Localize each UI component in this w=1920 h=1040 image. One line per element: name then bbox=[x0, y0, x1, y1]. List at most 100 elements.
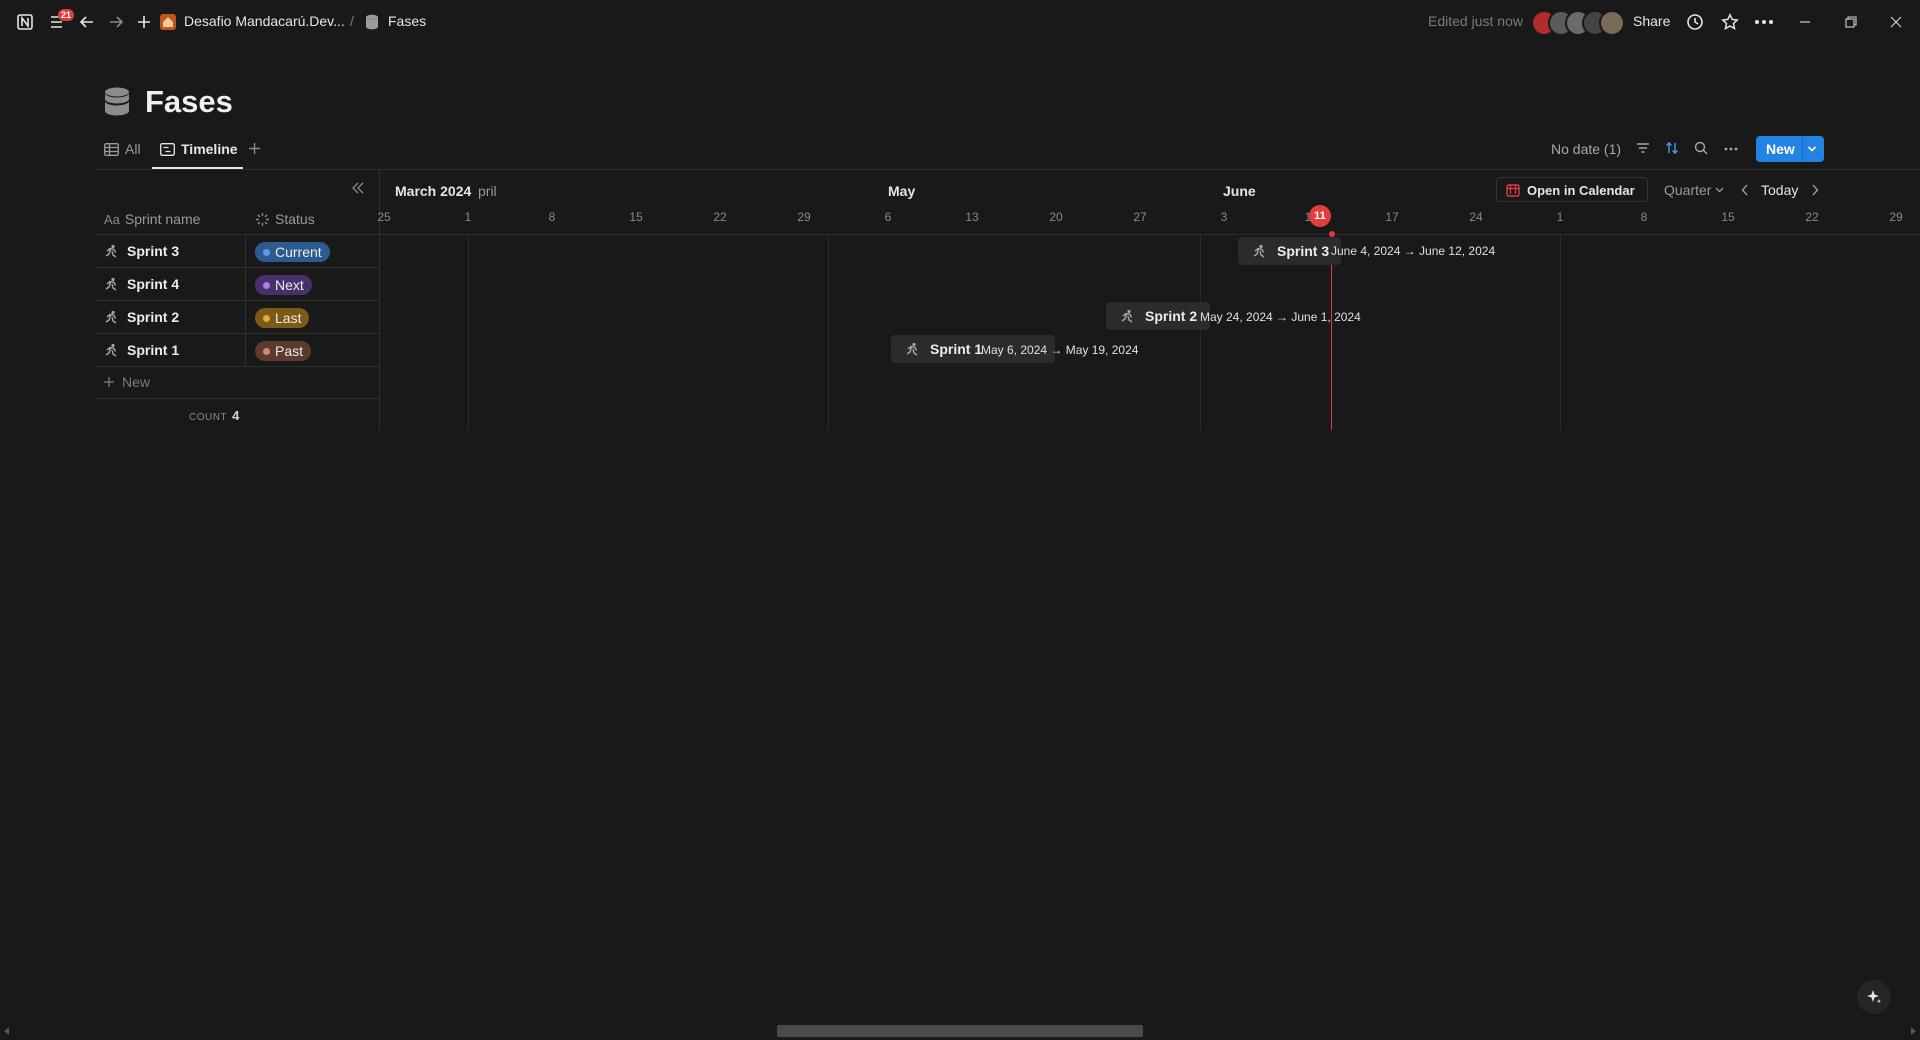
scroll-right-icon[interactable] bbox=[1910, 1027, 1916, 1035]
tab-all[interactable]: All bbox=[104, 141, 141, 157]
horizontal-scrollbar-thumb[interactable] bbox=[777, 1025, 1143, 1037]
day-tick-label: 20 bbox=[1049, 210, 1063, 224]
divider bbox=[380, 234, 1920, 235]
breadcrumb-current[interactable]: Fases bbox=[388, 13, 426, 29]
runner-icon bbox=[104, 277, 119, 292]
back-arrow-icon[interactable] bbox=[75, 10, 99, 34]
previous-period-icon[interactable] bbox=[1741, 184, 1749, 196]
minimize-icon[interactable] bbox=[1793, 10, 1817, 34]
notion-logo-icon[interactable] bbox=[13, 10, 37, 34]
day-tick-label: 15 bbox=[1721, 210, 1735, 224]
column-header-status[interactable]: Status bbox=[255, 211, 315, 227]
history-clock-icon[interactable] bbox=[1683, 10, 1707, 34]
status-badge[interactable]: Next bbox=[255, 275, 312, 295]
forward-arrow-icon[interactable] bbox=[104, 10, 128, 34]
status-label: Last bbox=[275, 310, 302, 326]
day-tick-label: 1 bbox=[1556, 210, 1564, 224]
ai-sparkle-button[interactable] bbox=[1857, 980, 1891, 1014]
month-boundary-line bbox=[1200, 234, 1201, 430]
table-row[interactable]: Sprint 1 Past bbox=[96, 334, 379, 367]
text-property-icon: Aa bbox=[104, 211, 120, 227]
page-title: Fases bbox=[145, 84, 233, 119]
collapse-table-icon[interactable] bbox=[351, 182, 365, 194]
calendar-icon bbox=[1506, 183, 1520, 197]
chevron-down-icon bbox=[1716, 187, 1724, 193]
month-label: March 2024 bbox=[395, 183, 472, 199]
divider bbox=[245, 301, 246, 334]
restore-window-icon[interactable] bbox=[1839, 10, 1863, 34]
scale-select[interactable]: Quarter bbox=[1664, 182, 1724, 198]
bar-dates: May 6, 2024 → May 19, 2024 bbox=[981, 343, 1139, 357]
timeline-bar-sprint-2[interactable]: Sprint 2 bbox=[1106, 302, 1210, 330]
notification-badge: 21 bbox=[58, 9, 75, 21]
tab-timeline-label: Timeline bbox=[181, 141, 238, 157]
count-value: 4 bbox=[232, 408, 240, 423]
count-summary[interactable]: COUNT 4 bbox=[189, 408, 239, 423]
column-header-name[interactable]: Aa Sprint name bbox=[104, 211, 200, 227]
month-boundary-line bbox=[828, 234, 829, 430]
chevron-down-icon[interactable] bbox=[1807, 145, 1817, 153]
day-tick-label: 8 bbox=[548, 210, 556, 224]
runner-icon bbox=[104, 244, 119, 259]
row-name-cell[interactable]: Sprint 3 bbox=[104, 243, 179, 259]
day-tick-label: 17 bbox=[1385, 210, 1399, 224]
divider bbox=[379, 170, 380, 430]
timeline-bar-sprint-3[interactable]: Sprint 3 bbox=[1238, 237, 1341, 265]
add-view-plus-icon[interactable] bbox=[248, 142, 261, 155]
view-more-icon[interactable] bbox=[1724, 147, 1738, 151]
search-icon[interactable] bbox=[1694, 141, 1708, 155]
open-in-calendar-button[interactable]: Open in Calendar bbox=[1496, 177, 1648, 202]
row-name-cell[interactable]: Sprint 1 bbox=[104, 342, 179, 358]
tab-timeline[interactable]: Timeline bbox=[160, 141, 238, 157]
table-row[interactable]: Sprint 4 Next bbox=[96, 268, 379, 301]
day-tick-label: 29 bbox=[797, 210, 811, 224]
runner-icon bbox=[906, 342, 918, 356]
row-name-cell[interactable]: Sprint 2 bbox=[104, 309, 179, 325]
row-name-cell[interactable]: Sprint 4 bbox=[104, 276, 179, 292]
plus-icon bbox=[104, 377, 114, 387]
bar-dates: June 4, 2024 → June 12, 2024 bbox=[1331, 244, 1496, 258]
scroll-left-icon[interactable] bbox=[4, 1027, 10, 1035]
today-button[interactable]: Today bbox=[1761, 182, 1798, 198]
next-period-icon[interactable] bbox=[1811, 184, 1819, 196]
status-dot bbox=[263, 248, 270, 256]
new-tab-plus-icon[interactable] bbox=[132, 10, 156, 34]
table-row[interactable]: Sprint 3 Current bbox=[96, 235, 379, 268]
divider bbox=[96, 398, 379, 399]
divider bbox=[245, 268, 246, 301]
sort-icon[interactable] bbox=[1665, 141, 1679, 155]
add-new-row-button[interactable]: New bbox=[103, 374, 150, 390]
filter-icon[interactable] bbox=[1636, 142, 1650, 154]
new-button[interactable]: New bbox=[1756, 136, 1824, 162]
table-row[interactable]: Sprint 2 Last bbox=[96, 301, 379, 334]
edited-status: Edited just now bbox=[1428, 13, 1523, 29]
status-badge[interactable]: Current bbox=[255, 242, 330, 262]
status-dot bbox=[263, 281, 270, 289]
more-options-icon[interactable] bbox=[1752, 10, 1776, 34]
status-badge[interactable]: Last bbox=[255, 308, 310, 328]
favorite-star-icon[interactable] bbox=[1718, 10, 1742, 34]
add-new-label: New bbox=[122, 374, 151, 390]
table-icon bbox=[104, 142, 119, 156]
status-badge[interactable]: Past bbox=[255, 341, 312, 361]
avatar[interactable] bbox=[1599, 10, 1625, 36]
share-button[interactable]: Share bbox=[1633, 13, 1670, 29]
status-dot bbox=[263, 347, 270, 355]
status-dot bbox=[263, 314, 270, 322]
runner-icon bbox=[104, 310, 119, 325]
workspace-home-icon bbox=[156, 10, 180, 34]
divider bbox=[245, 334, 246, 367]
month-label: June bbox=[1223, 183, 1256, 199]
day-tick-label: 22 bbox=[713, 210, 727, 224]
breadcrumb-separator: / bbox=[350, 13, 354, 29]
close-window-icon[interactable] bbox=[1884, 10, 1908, 34]
breadcrumb-parent[interactable]: Desafio Mandacarú.Dev... bbox=[184, 13, 345, 29]
column-name-label: Sprint name bbox=[124, 211, 201, 227]
month-label: pril bbox=[478, 183, 497, 199]
row-name: Sprint 3 bbox=[127, 243, 180, 259]
tab-all-label: All bbox=[125, 141, 141, 157]
no-date-button[interactable]: No date (1) bbox=[1551, 141, 1621, 157]
day-tick-label: 8 bbox=[1640, 210, 1648, 224]
month-boundary-line bbox=[468, 234, 469, 430]
day-tick-label: 13 bbox=[965, 210, 979, 224]
